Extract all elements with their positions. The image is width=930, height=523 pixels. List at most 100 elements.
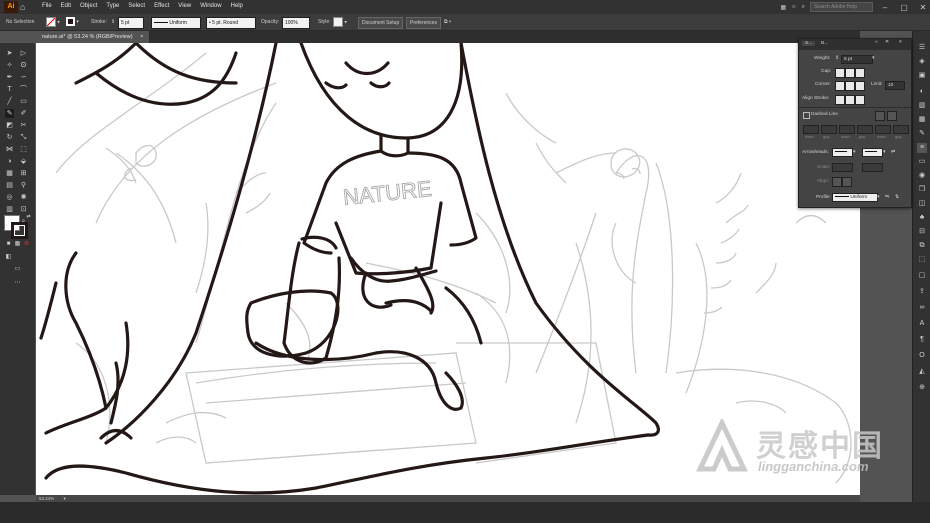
projecting-cap-button[interactable] bbox=[855, 68, 865, 78]
opacity-arrow-icon[interactable]: › bbox=[308, 17, 310, 27]
document-setup-button[interactable]: Document Setup bbox=[358, 17, 404, 29]
none-mode-icon[interactable]: ⊘ bbox=[22, 240, 31, 249]
edit-toolbar-icon[interactable]: ⋯ bbox=[13, 279, 22, 288]
eyedropper-tool-icon[interactable]: ⚲ bbox=[19, 181, 28, 190]
links-icon[interactable]: ∞ bbox=[917, 303, 927, 313]
properties-icon[interactable]: ☰ bbox=[917, 43, 927, 53]
magic-wand-icon[interactable]: ✧ bbox=[5, 61, 14, 70]
stroke-swatch[interactable]: ▾ bbox=[66, 17, 79, 27]
round-join-button[interactable] bbox=[845, 81, 855, 91]
pathfinder-icon[interactable]: ⧉ bbox=[917, 241, 927, 251]
asset-export-icon[interactable]: ⇪ bbox=[917, 287, 927, 297]
preserve-dash-button[interactable] bbox=[875, 111, 885, 121]
profile-select[interactable]: Uniform bbox=[832, 193, 878, 202]
menu-view[interactable]: View bbox=[178, 3, 191, 9]
artboards-icon[interactable]: ▢ bbox=[917, 271, 927, 281]
color-icon[interactable]: ◐ bbox=[917, 87, 927, 97]
flip-across-icon[interactable]: ⇅ bbox=[895, 195, 899, 200]
preferences-button[interactable]: Preferences bbox=[406, 17, 441, 29]
align-outside-button[interactable] bbox=[855, 95, 865, 105]
swatches-icon[interactable]: ▦ bbox=[917, 115, 927, 125]
live-paint-tool-icon[interactable]: ⬙ bbox=[19, 157, 28, 166]
start-arrowhead-select[interactable] bbox=[832, 148, 853, 157]
miter-join-button[interactable] bbox=[835, 81, 845, 91]
menu-file[interactable]: File bbox=[42, 3, 52, 9]
transparency-icon[interactable]: ◉ bbox=[917, 171, 927, 181]
tab-brushes[interactable]: B... bbox=[821, 41, 828, 46]
stroke-color-swatch[interactable] bbox=[11, 222, 28, 239]
perspective-grid-icon[interactable]: ▦ bbox=[5, 169, 14, 178]
type-tool-icon[interactable]: T bbox=[5, 85, 14, 94]
width-tool-icon[interactable]: ⋈ bbox=[5, 145, 14, 154]
bevel-join-button[interactable] bbox=[855, 81, 865, 91]
tab-document[interactable]: nature.ai* @ 53.24 % (RGB/Preview) × bbox=[36, 31, 150, 43]
line-tool-icon[interactable]: ╱ bbox=[5, 97, 14, 106]
navigator-icon[interactable]: ⊕ bbox=[917, 383, 927, 393]
help-search-input[interactable]: Search Adobe Help bbox=[810, 2, 873, 12]
menu-type[interactable]: Type bbox=[106, 3, 119, 9]
gradient-mode-icon[interactable]: ▦ bbox=[13, 240, 22, 249]
stroke-weight-input[interactable]: 5 pt bbox=[118, 17, 144, 29]
arc-tool-icon[interactable]: ⌒ bbox=[19, 85, 28, 94]
lasso-icon[interactable]: ʘ bbox=[19, 61, 28, 70]
arrow-extend-button[interactable] bbox=[832, 177, 842, 187]
symbols-icon[interactable]: ♣ bbox=[917, 213, 927, 223]
zoom-dropdown-icon[interactable]: ▾ bbox=[64, 496, 66, 501]
workspace-icon[interactable]: ▦ bbox=[780, 4, 786, 11]
variable-width-select[interactable]: Uniform bbox=[151, 17, 201, 29]
symbol-sprayer-icon[interactable]: ✺ bbox=[19, 193, 28, 202]
graph-tool-icon[interactable]: ▥ bbox=[5, 205, 14, 214]
swap-arrowheads-icon[interactable]: ⇄ bbox=[891, 150, 895, 155]
weight-stepper-icon[interactable]: ⇕ bbox=[835, 56, 839, 61]
limit-input[interactable]: 10 bbox=[885, 81, 905, 90]
align-center-button[interactable] bbox=[835, 95, 845, 105]
color-mode-icon[interactable]: ■ bbox=[4, 240, 13, 249]
panel-menu-icon[interactable]: ≡ bbox=[899, 40, 902, 45]
layers-icon[interactable]: ◈ bbox=[917, 57, 927, 67]
dashed-line-checkbox[interactable] bbox=[803, 112, 810, 119]
pen-tool-icon[interactable]: ✒ bbox=[5, 73, 14, 82]
arrow-place-button[interactable] bbox=[842, 177, 852, 187]
fill-swatch[interactable]: ▾ bbox=[46, 17, 60, 27]
draw-mode-icon[interactable]: ◧ bbox=[4, 253, 13, 262]
weight-dropdown-icon[interactable]: ▾ bbox=[872, 56, 874, 61]
opentype-icon[interactable]: O bbox=[917, 351, 927, 361]
bulb-icon[interactable]: ☼ bbox=[791, 4, 797, 10]
tab-stroke[interactable]: S... bbox=[802, 41, 816, 46]
menu-help[interactable]: Help bbox=[231, 3, 243, 9]
menu-object[interactable]: Object bbox=[80, 3, 97, 9]
align-dash-button[interactable] bbox=[887, 111, 897, 121]
libraries-icon[interactable]: ▣ bbox=[917, 71, 927, 81]
menu-window[interactable]: Window bbox=[200, 3, 221, 9]
stroke-stepper-icon[interactable]: ⇕ bbox=[111, 17, 115, 27]
free-transform-tool-icon[interactable]: ⬚ bbox=[19, 145, 28, 154]
stroke-panel-icon[interactable]: ≡ bbox=[917, 143, 927, 153]
scissors-tool-icon[interactable]: ✂ bbox=[19, 121, 28, 130]
arrange-documents-icon[interactable]: ⧉ ▾ bbox=[444, 17, 451, 27]
color-guide-icon[interactable]: ▥ bbox=[917, 101, 927, 111]
image-trace-icon[interactable]: ◭ bbox=[917, 367, 927, 377]
brush-definition-select[interactable]: • 5 pt. Round bbox=[206, 17, 256, 29]
gradient-panel-icon[interactable]: ▭ bbox=[917, 157, 927, 167]
align-icon[interactable]: ⊟ bbox=[917, 227, 927, 237]
swap-colors-icon[interactable]: ⇄ bbox=[24, 213, 33, 222]
opacity-input[interactable]: 100% bbox=[282, 17, 310, 29]
rectangle-tool-icon[interactable]: ▭ bbox=[19, 97, 28, 106]
weight-input[interactable]: 5 pt bbox=[841, 55, 873, 64]
blend-tool-icon[interactable]: ◎ bbox=[5, 193, 14, 202]
shape-builder-tool-icon[interactable]: ◑ bbox=[5, 157, 14, 166]
zoom-level[interactable]: 53.24% bbox=[39, 496, 54, 501]
end-arrowhead-dropdown-icon[interactable]: ▾ bbox=[883, 150, 885, 155]
menu-select[interactable]: Select bbox=[128, 3, 145, 9]
home-icon[interactable]: ⌂ bbox=[20, 2, 25, 12]
align-inside-button[interactable] bbox=[845, 95, 855, 105]
profile-dropdown-icon[interactable]: ▾ bbox=[877, 195, 879, 200]
start-scale-input[interactable] bbox=[832, 163, 853, 172]
screen-mode-icon[interactable]: ▭ bbox=[13, 265, 22, 274]
end-scale-input[interactable] bbox=[862, 163, 883, 172]
paragraph-icon[interactable]: ¶ bbox=[917, 335, 927, 345]
close-window-button[interactable]: ✕ bbox=[916, 3, 930, 12]
graphic-styles-icon[interactable]: ◫ bbox=[917, 199, 927, 209]
paintbrush-tool-icon[interactable]: ✎ bbox=[5, 109, 14, 118]
brushes-icon[interactable]: ✎ bbox=[917, 129, 927, 139]
